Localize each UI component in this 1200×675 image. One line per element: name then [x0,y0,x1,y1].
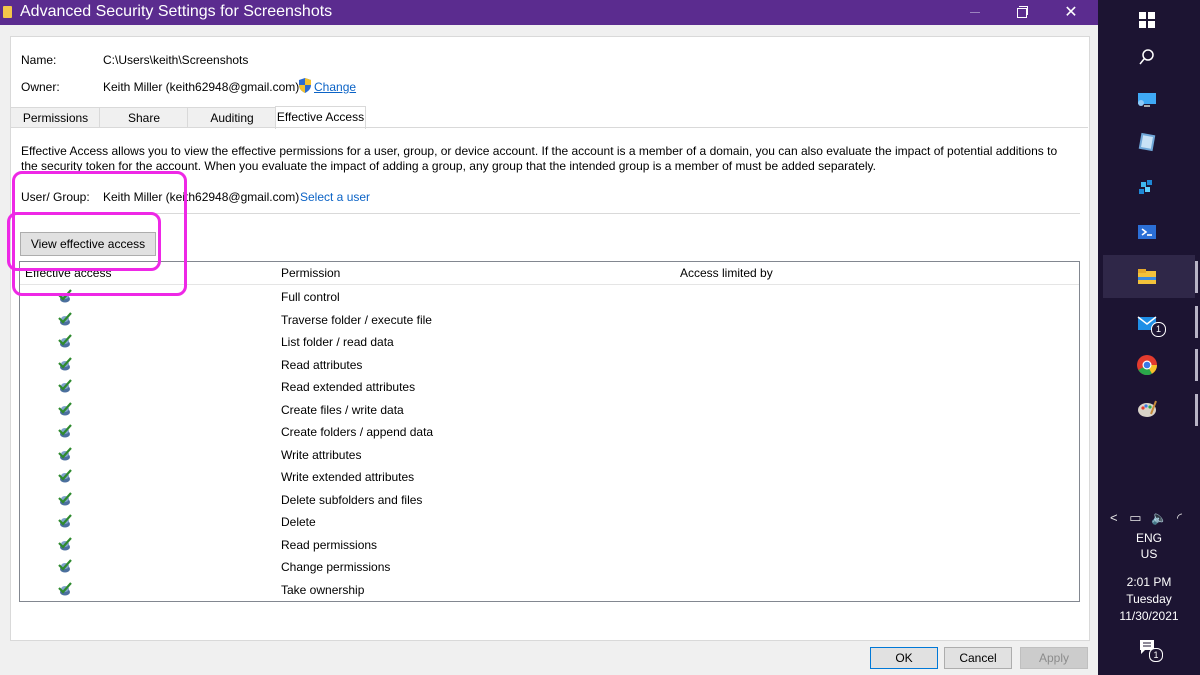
region-indicator[interactable]: US [1098,547,1200,561]
table-row[interactable]: Change permissions [20,556,1079,578]
table-row[interactable]: Create files / write data [20,399,1079,421]
table-row[interactable]: Create folders / append data [20,421,1079,443]
taskbar: 1 < ▭ 🔈 ◜ ENG US 2:01 PM Tuesday 11/30/2… [1098,0,1200,675]
table-row[interactable]: Full control [20,286,1079,308]
table-row[interactable]: Delete [20,511,1079,533]
user-group-label: User/ Group: [21,190,90,204]
permission-name: Create folders / append data [281,425,434,439]
apply-button[interactable]: Apply [1020,647,1088,669]
owner-label: Owner: [21,80,60,94]
section-divider [20,213,1080,214]
effective-access-granted-icon [58,424,72,438]
permission-name: Write attributes [281,447,362,462]
permission-name: Delete subfolders and files [281,492,423,507]
table-row[interactable]: Take ownership [20,579,1079,601]
view-effective-access-button[interactable]: View effective access [20,232,156,256]
search-icon[interactable] [1135,45,1159,69]
effective-access-description: Effective Access allows you to view the … [21,144,1058,173]
wifi-icon[interactable]: ◜ [1177,510,1182,525]
effective-access-granted-icon [58,356,72,370]
clock-time[interactable]: 2:01 PM [1098,575,1200,589]
table-row[interactable]: Traverse folder / execute file [20,309,1079,331]
windows-start-icon[interactable] [1135,8,1159,32]
tab-auditing[interactable]: Auditing [187,107,277,128]
permission-name: Read permissions [281,537,378,552]
effective-access-granted-icon [58,334,72,348]
effective-access-granted-icon [58,536,72,550]
battery-icon[interactable]: ▭ [1129,510,1141,525]
list-header: Effective access Permission Access limit… [20,262,1079,285]
notepad-icon[interactable] [1135,130,1159,154]
effective-access-granted-icon [58,379,72,393]
mail-running-indicator [1195,306,1198,338]
chevron-left-icon[interactable]: < [1110,510,1118,525]
table-row[interactable]: Read permissions [20,534,1079,556]
chrome-icon[interactable] [1135,353,1159,377]
title-bar: Advanced Security Settings for Screensho… [0,0,1098,25]
owner-value: Keith Miller (keith62948@gmail.com) [103,80,300,94]
effective-access-granted-icon [58,581,72,595]
select-user-link[interactable]: Select a user [300,190,370,204]
paint-running-indicator [1195,394,1198,426]
tab-share[interactable]: Share [99,107,189,128]
tab-divider [10,127,1088,128]
language-indicator[interactable]: ENG [1098,531,1200,545]
table-row[interactable]: Write attributes [20,444,1079,466]
speaker-icon[interactable]: 🔈 [1151,510,1167,525]
effective-access-granted-icon [58,469,72,483]
uac-shield-icon [299,78,311,93]
permission-name: Write extended attributes [281,470,415,484]
tab-effective-access[interactable]: Effective Access [275,106,366,129]
column-access-limited-by[interactable]: Access limited by [680,266,773,280]
minimize-button[interactable] [952,0,998,25]
mail-badge: 1 [1151,322,1166,337]
powershell-icon[interactable] [1135,220,1159,244]
name-label: Name: [21,53,57,67]
chrome-running-indicator [1195,349,1198,381]
effective-access-granted-icon [58,446,72,460]
permission-name: Change permissions [281,560,391,574]
change-owner-link[interactable]: Change [314,80,356,94]
effective-access-granted-icon [58,401,72,415]
file-explorer-icon[interactable] [1135,265,1159,289]
paint-icon[interactable] [1135,397,1159,421]
permission-name: Take ownership [281,582,365,597]
permission-name: Full control [281,290,340,304]
azure-icon[interactable] [1135,176,1159,200]
permission-name: Read attributes [281,357,363,372]
restore-button[interactable] [998,0,1044,25]
permission-name: Create files / write data [281,402,404,417]
ok-button[interactable]: OK [870,647,938,669]
table-row[interactable]: List folder / read data [20,331,1079,353]
effective-access-granted-icon [58,289,72,303]
table-row[interactable]: Read extended attributes [20,376,1079,398]
folder-icon [3,6,12,18]
column-permission[interactable]: Permission [281,266,340,280]
permission-name: List folder / read data [281,335,394,349]
tab-permissions[interactable]: Permissions [10,107,101,128]
effective-access-list[interactable]: Effective access Permission Access limit… [19,261,1080,602]
table-row[interactable]: Delete subfolders and files [20,489,1079,511]
user-group-value: Keith Miller (keith62948@gmail.com) [103,190,300,204]
column-effective-access[interactable]: Effective access [25,266,111,280]
active-app-indicator [1195,261,1198,293]
clock-date[interactable]: 11/30/2021 [1098,609,1200,623]
table-row[interactable]: Read attributes [20,354,1079,376]
permission-name: Read extended attributes [281,380,416,394]
notification-badge: 1 [1149,648,1163,662]
close-button[interactable]: ✕ [1048,0,1094,25]
table-row[interactable]: Write extended attributes [20,466,1079,488]
effective-access-granted-icon [58,491,72,505]
window-title: Advanced Security Settings for Screensho… [20,3,333,20]
effective-access-granted-icon [58,311,72,325]
effective-access-granted-icon [58,514,72,528]
permission-name: Delete [281,515,316,529]
permission-name: Traverse folder / execute file [281,312,432,327]
cancel-button[interactable]: Cancel [944,647,1012,669]
clock-day[interactable]: Tuesday [1098,592,1200,606]
name-value: C:\Users\keith\Screenshots [103,53,249,67]
effective-access-granted-icon [58,559,72,573]
system-tray-icons: < ▭ 🔈 ◜ [1110,510,1182,526]
remote-desktop-icon[interactable] [1135,88,1159,112]
